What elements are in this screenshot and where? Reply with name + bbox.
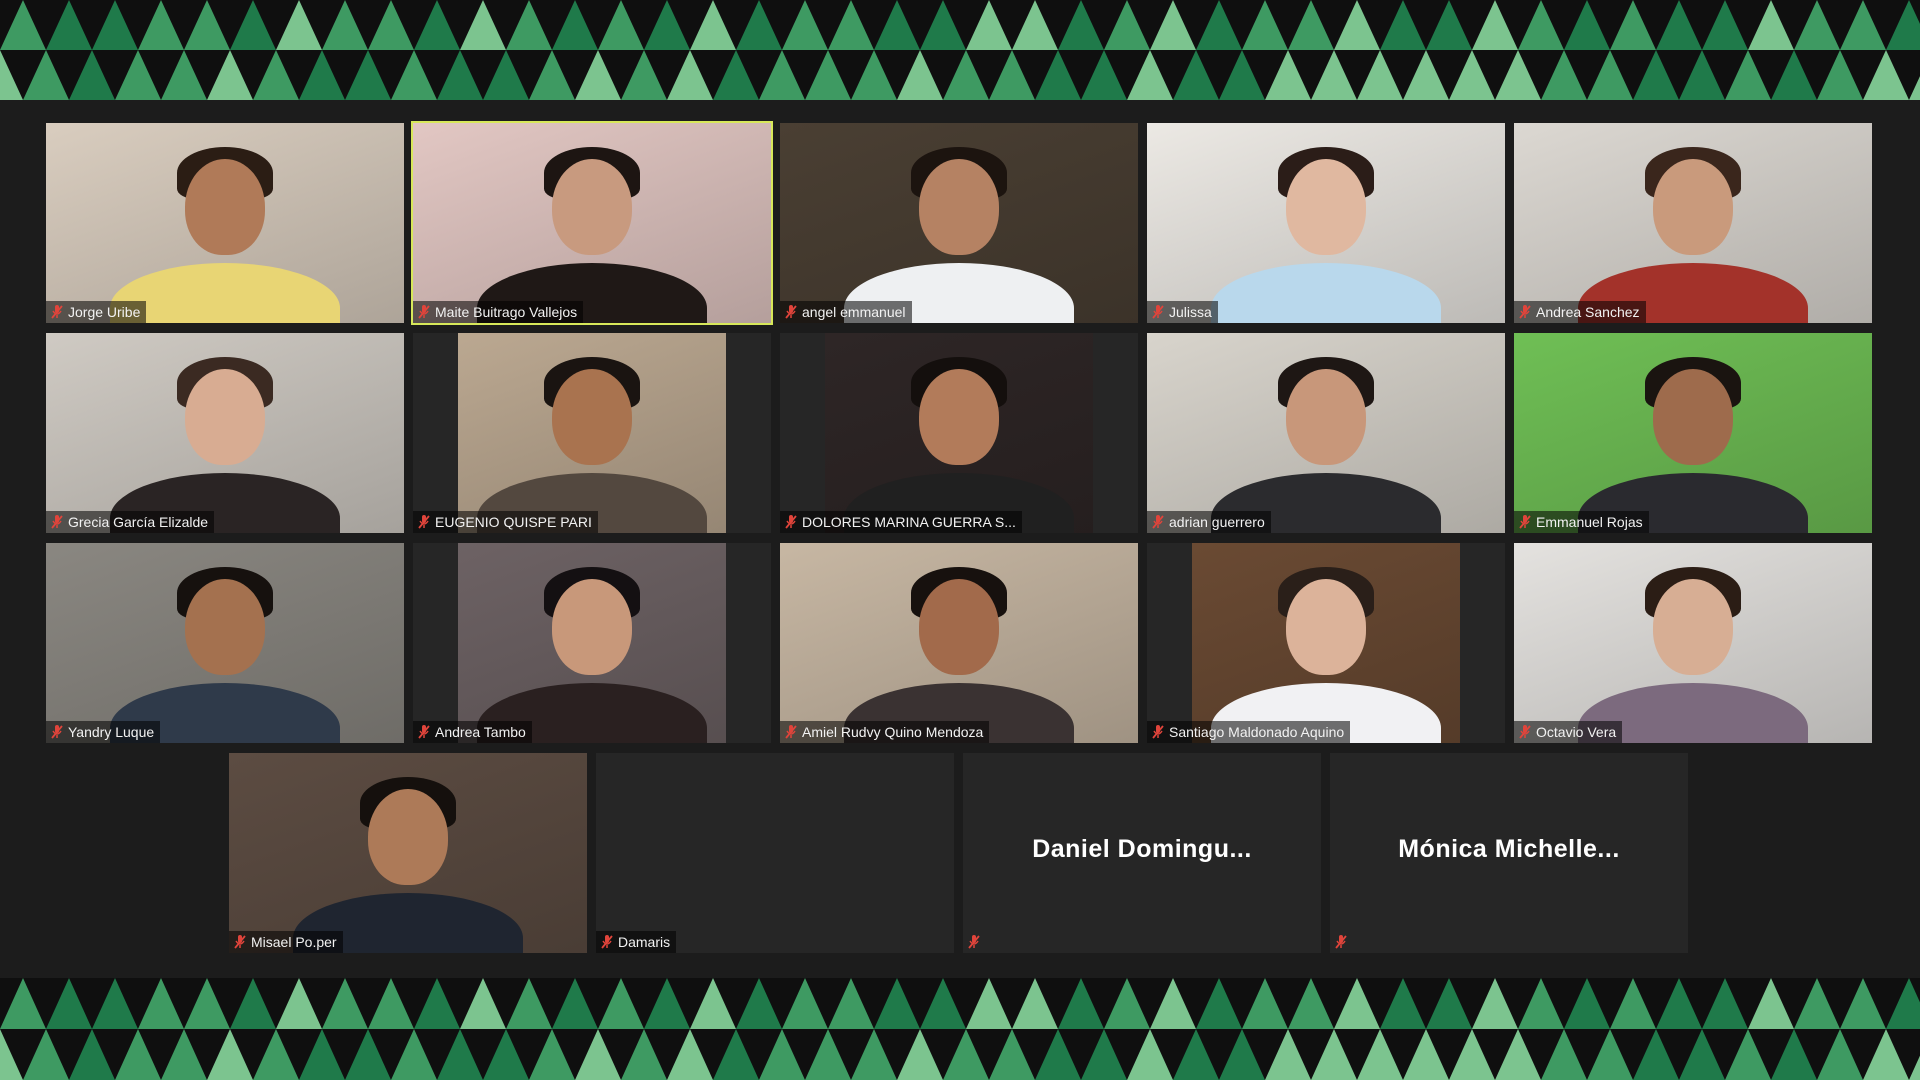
participant-name: Damaris [618,934,671,950]
participant-tile[interactable]: Damaris [596,753,954,953]
participant-name: Amiel Rudvy Quino Mendoza [802,724,984,740]
participant-name: Emmanuel Rojas [1536,514,1643,530]
participant-name: Andrea Sanchez [1536,304,1640,320]
mic-muted-icon [51,725,63,739]
participant-name: Andrea Tambo [435,724,526,740]
participant-name: adrian guerrero [1169,514,1265,530]
participant-tile[interactable]: Maite Buitrago Vallejos [411,121,773,325]
participant-display-name: Daniel Domingu... [1032,835,1252,863]
participant-tile[interactable]: Grecia García Elizalde [46,333,404,533]
participant-name: DOLORES MARINA GUERRA S... [802,514,1016,530]
participant-video [46,333,404,533]
mic-muted-icon [418,725,430,739]
participant-name-label: Yandry Luque [46,721,161,743]
participant-name-label: Santiago Maldonado Aquino [1147,721,1351,743]
participant-name-label: Grecia García Elizalde [46,511,215,533]
participant-name-label: Jorge Uribe [46,301,147,323]
participant-tile[interactable]: Daniel Domingu... [963,753,1321,953]
participant-name: Julissa [1169,304,1212,320]
participant-name-label: angel emmanuel [780,301,912,323]
participant-name-label [963,931,987,953]
participant-name: Grecia García Elizalde [68,514,209,530]
mic-muted-icon [1152,515,1164,529]
participant-tile[interactable]: angel emmanuel [780,123,1138,323]
participant-video [1147,123,1505,323]
participant-tile[interactable]: Andrea Sanchez [1514,123,1872,323]
participant-tile[interactable]: Emmanuel Rojas [1514,333,1872,533]
participant-name: EUGENIO QUISPE PARI [435,514,592,530]
participant-name-label: Octavio Vera [1514,721,1623,743]
participant-name-label: EUGENIO QUISPE PARI [413,511,598,533]
participant-name: Santiago Maldonado Aquino [1169,724,1345,740]
participant-display-name: Mónica Michelle... [1398,835,1620,863]
participant-name-label: Andrea Sanchez [1514,301,1646,323]
participant-video [1147,333,1505,533]
participant-name: Misael Po.per [251,934,337,950]
participant-video [458,543,726,743]
participant-name-label: adrian guerrero [1147,511,1271,533]
participant-video [458,333,726,533]
participant-name: Maite Buitrago Vallejos [435,304,578,320]
participant-tile[interactable]: Santiago Maldonado Aquino [1147,543,1505,743]
participant-video [46,123,404,323]
mic-muted-icon [234,935,246,949]
participant-name: Octavio Vera [1536,724,1617,740]
participant-video [1514,123,1872,323]
participant-video [413,123,771,323]
participant-tile[interactable]: Yandry Luque [46,543,404,743]
mic-muted-icon [785,305,797,319]
mic-muted-icon [418,515,430,529]
mic-muted-icon [418,305,430,319]
participant-name: Yandry Luque [68,724,155,740]
mic-muted-icon [1152,305,1164,319]
participant-tile[interactable]: Julissa [1147,123,1505,323]
participant-tile[interactable]: Octavio Vera [1514,543,1872,743]
mic-muted-icon [51,305,63,319]
participant-video [780,123,1138,323]
participant-name-label: Emmanuel Rojas [1514,511,1649,533]
participant-name-label: DOLORES MARINA GUERRA S... [780,511,1022,533]
participant-video [780,543,1138,743]
participant-name: Jorge Uribe [68,304,141,320]
participant-tile[interactable]: Mónica Michelle... [1330,753,1688,953]
mic-muted-icon [1152,725,1164,739]
mic-muted-icon [785,725,797,739]
participant-video [46,543,404,743]
mic-muted-icon [968,935,980,949]
participant-name-label: Misael Po.per [229,931,343,953]
participant-tile[interactable]: adrian guerrero [1147,333,1505,533]
mic-muted-icon [601,935,613,949]
participant-video [1514,333,1872,533]
video-grid: Jorge Uribe Maite Buitrago Vallejos ange… [0,0,1920,1080]
mic-muted-icon [1519,305,1531,319]
mic-muted-icon [1519,725,1531,739]
participant-tile[interactable]: EUGENIO QUISPE PARI [413,333,771,533]
mic-muted-icon [51,515,63,529]
participant-name: angel emmanuel [802,304,906,320]
participant-name-label [1330,931,1354,953]
participant-video [825,333,1093,533]
mic-muted-icon [1335,935,1347,949]
participant-name-label: Julissa [1147,301,1218,323]
mic-muted-icon [1519,515,1531,529]
participant-tile[interactable]: Jorge Uribe [46,123,404,323]
mic-muted-icon [785,515,797,529]
participant-tile[interactable]: Misael Po.per [229,753,587,953]
participant-video [1192,543,1460,743]
participant-tile[interactable]: DOLORES MARINA GUERRA S... [780,333,1138,533]
participant-tile[interactable]: Amiel Rudvy Quino Mendoza [780,543,1138,743]
participant-name-label: Andrea Tambo [413,721,532,743]
participant-name-label: Amiel Rudvy Quino Mendoza [780,721,990,743]
participant-name-label: Maite Buitrago Vallejos [413,301,584,323]
participant-tile[interactable]: Andrea Tambo [413,543,771,743]
participant-video [229,753,587,953]
participant-video [1514,543,1872,743]
participant-name-label: Damaris [596,931,677,953]
